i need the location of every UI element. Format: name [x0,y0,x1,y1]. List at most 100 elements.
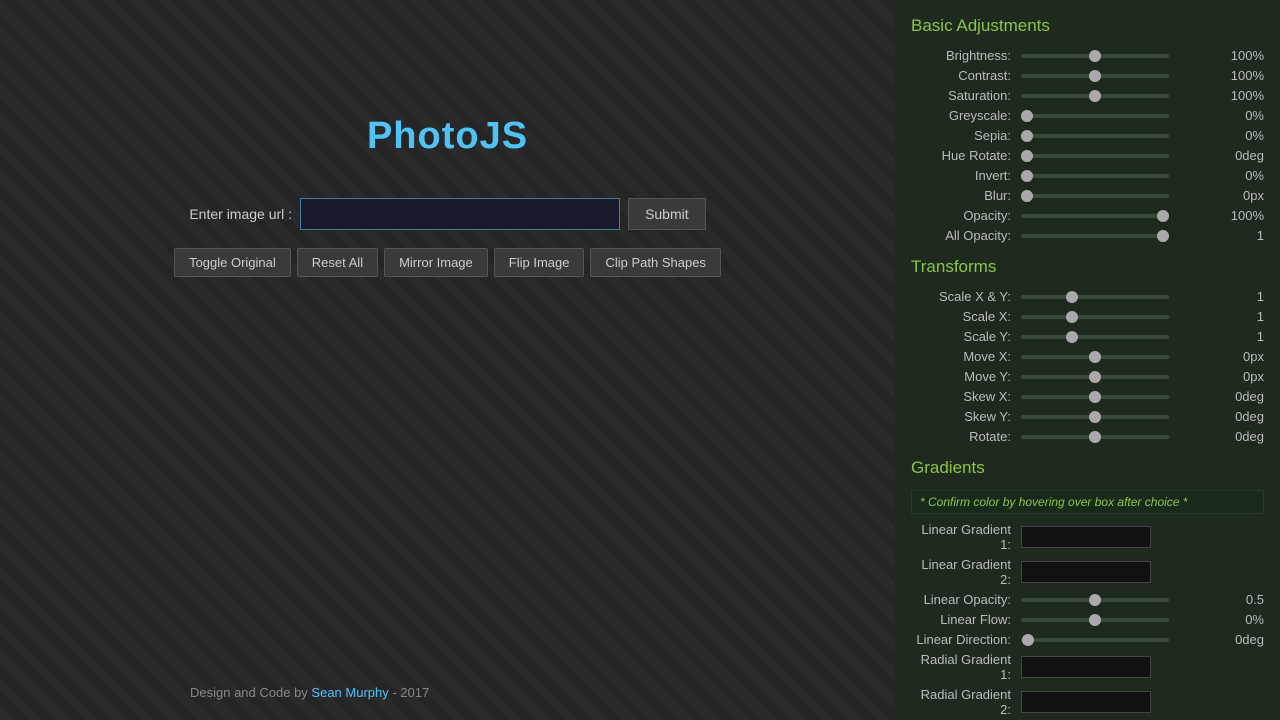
slider-container [1021,74,1222,78]
logo-js: JS [480,115,528,157]
control-slider[interactable] [1021,618,1169,622]
control-value: 0px [1222,369,1264,384]
flip-image-button[interactable]: Flip Image [494,248,585,277]
color-picker-box[interactable] [1021,526,1151,548]
control-slider[interactable] [1021,54,1169,58]
gradient-control-row: Linear Opacity: 0.5 [911,592,1264,607]
gradients-title: Gradients [911,458,1264,478]
slider-container [1021,174,1222,178]
clip-path-shapes-button[interactable]: Clip Path Shapes [590,248,720,277]
transform-control-row: Rotate: 0deg [911,429,1264,444]
slider-container [1021,154,1222,158]
slider-container [1021,355,1222,359]
slider-container [1021,598,1222,602]
transform-control-row: Scale Y: 1 [911,329,1264,344]
gradient-control-row: Linear Direction: 0deg [911,632,1264,647]
basic-control-row: Saturation: 100% [911,88,1264,103]
control-value: 1 [1222,289,1264,304]
control-value: 0deg [1222,429,1264,444]
control-label: Radial Gradient 2: [911,687,1021,717]
control-slider[interactable] [1021,94,1169,98]
control-label: Scale Y: [911,329,1021,344]
transform-control-row: Skew Y: 0deg [911,409,1264,424]
mirror-image-button[interactable]: Mirror Image [384,248,488,277]
color-picker-box[interactable] [1021,561,1151,583]
transform-control-row: Skew X: 0deg [911,389,1264,404]
control-value: 0% [1222,612,1264,627]
gradient-control-row: Radial Gradient 1: [911,652,1264,682]
slider-container [1021,194,1222,198]
control-slider[interactable] [1021,638,1169,642]
submit-button[interactable]: Submit [628,198,706,230]
control-value: 100% [1222,208,1264,223]
color-picker-box[interactable] [1021,691,1151,713]
control-slider[interactable] [1021,395,1169,399]
basic-controls: Brightness: 100% Contrast: 100% Saturati… [911,48,1264,243]
transform-control-row: Move X: 0px [911,349,1264,364]
control-value: 0deg [1222,632,1264,647]
control-value: 100% [1222,48,1264,63]
control-value: 0deg [1222,409,1264,424]
slider-container [1021,54,1222,58]
control-slider[interactable] [1021,114,1169,118]
control-value: 1 [1222,309,1264,324]
control-label: Blur: [911,188,1021,203]
url-row: Enter image url : Submit [189,198,705,230]
control-slider[interactable] [1021,214,1169,218]
transform-controls: Scale X & Y: 1 Scale X: 1 Scale Y: 1 Mov… [911,289,1264,444]
slider-container [1021,375,1222,379]
slider-container [1021,114,1222,118]
control-slider[interactable] [1021,435,1169,439]
control-slider[interactable] [1021,598,1169,602]
toggle-original-button[interactable]: Toggle Original [174,248,291,277]
basic-control-row: Sepia: 0% [911,128,1264,143]
control-label: Linear Opacity: [911,592,1021,607]
transform-control-row: Move Y: 0px [911,369,1264,384]
control-label: Move X: [911,349,1021,364]
control-value: 0% [1222,128,1264,143]
transform-control-row: Scale X & Y: 1 [911,289,1264,304]
control-slider[interactable] [1021,315,1169,319]
basic-control-row: Contrast: 100% [911,68,1264,83]
transform-control-row: Scale X: 1 [911,309,1264,324]
control-slider[interactable] [1021,154,1169,158]
control-value: 0deg [1222,148,1264,163]
control-label: Greyscale: [911,108,1021,123]
control-slider[interactable] [1021,335,1169,339]
control-value: 0% [1222,108,1264,123]
control-value: 0px [1222,349,1264,364]
footer-year: - 2017 [389,685,429,700]
control-label: Linear Direction: [911,632,1021,647]
control-label: Opacity: [911,208,1021,223]
control-value: 1 [1222,228,1264,243]
gradient-control-row: Linear Gradient 2: [911,557,1264,587]
author-link[interactable]: Sean Murphy [311,685,388,700]
color-picker-box[interactable] [1021,656,1151,678]
control-slider[interactable] [1021,194,1169,198]
control-slider[interactable] [1021,375,1169,379]
control-label: Brightness: [911,48,1021,63]
control-value: 0% [1222,168,1264,183]
control-label: Scale X & Y: [911,289,1021,304]
basic-adjustments-title: Basic Adjustments [911,16,1264,36]
control-slider[interactable] [1021,355,1169,359]
left-panel: PhotoJS Enter image url : Submit Toggle … [0,0,895,720]
control-slider[interactable] [1021,415,1169,419]
gradient-controls: Linear Gradient 1: Linear Gradient 2: Li… [911,522,1264,720]
control-slider[interactable] [1021,295,1169,299]
control-label: Scale X: [911,309,1021,324]
control-label: Radial Gradient 1: [911,652,1021,682]
basic-control-row: Invert: 0% [911,168,1264,183]
control-slider[interactable] [1021,134,1169,138]
control-slider[interactable] [1021,174,1169,178]
url-input[interactable] [300,198,620,230]
control-label: Move Y: [911,369,1021,384]
gradient-control-row: Linear Flow: 0% [911,612,1264,627]
slider-container [1021,435,1222,439]
control-slider[interactable] [1021,234,1169,238]
right-panel: Basic Adjustments Brightness: 100% Contr… [895,0,1280,720]
control-slider[interactable] [1021,74,1169,78]
control-value: 0px [1222,188,1264,203]
reset-all-button[interactable]: Reset All [297,248,378,277]
control-label: Hue Rotate: [911,148,1021,163]
